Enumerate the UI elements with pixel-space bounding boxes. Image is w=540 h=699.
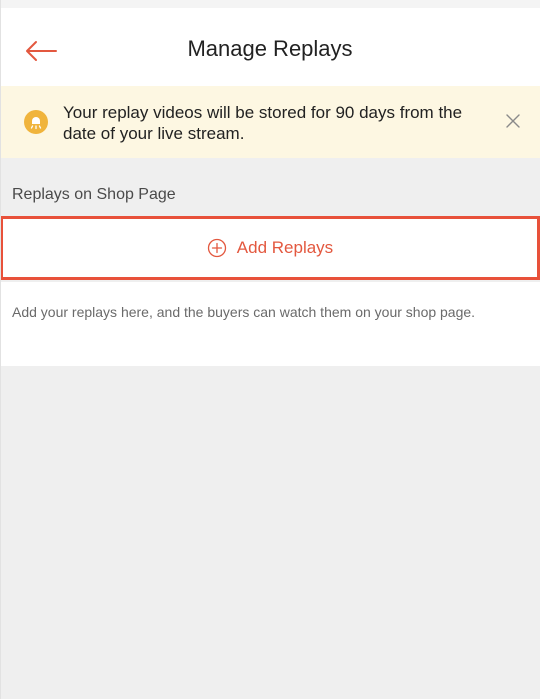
section-label: Replays on Shop Page — [12, 186, 176, 203]
back-arrow-icon — [26, 41, 57, 61]
description-panel: Add your replays here, and the buyers ca… — [0, 282, 540, 366]
close-banner-button[interactable] — [500, 108, 526, 134]
header: Manage Replays — [0, 8, 540, 86]
description-text: Add your replays here, and the buyers ca… — [12, 304, 476, 320]
bell-icon — [24, 110, 48, 134]
plus-circle-icon — [207, 238, 226, 258]
close-icon — [506, 114, 520, 128]
page-title: Manage Replays — [187, 36, 353, 61]
retention-notice-banner: Your replay videos will be stored for 90… — [0, 86, 540, 158]
add-replays-button[interactable]: Add Replays — [0, 216, 540, 280]
add-replays-label: Add Replays — [236, 238, 334, 257]
status-strip — [0, 0, 540, 8]
banner-message: Your replay videos will be stored for 90… — [63, 103, 463, 143]
manage-replays-screen: Manage Replays Your replay videos will b… — [0, 0, 540, 699]
back-button[interactable] — [22, 32, 60, 70]
